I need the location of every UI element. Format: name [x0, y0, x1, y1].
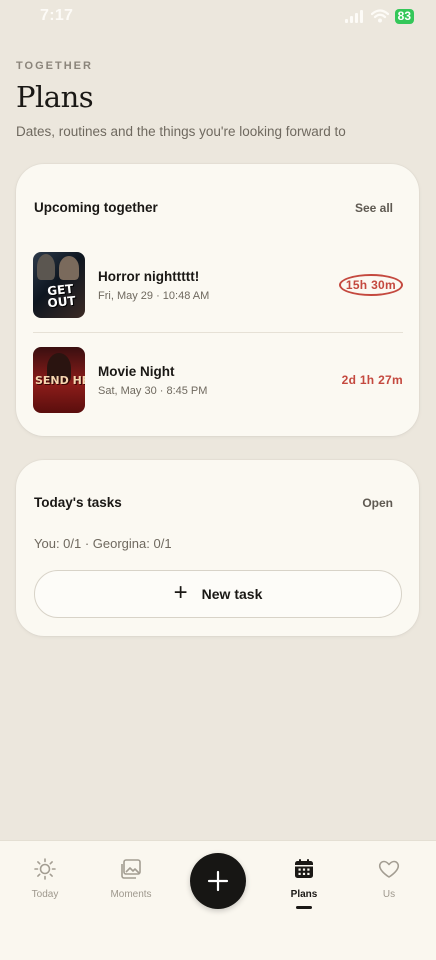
plan-poster: GET OUT — [33, 252, 85, 318]
tasks-card: Today's tasks Open You: 0/1 · Georgina: … — [16, 460, 419, 636]
upcoming-title: Upcoming together — [34, 200, 158, 215]
poster-title: GET OUT — [46, 281, 77, 311]
page-title: Plans — [16, 80, 94, 114]
section-eyebrow: TOGETHER — [16, 60, 93, 72]
tasks-title: Today's tasks — [34, 495, 122, 510]
new-task-label: New task — [201, 586, 263, 602]
new-task-button[interactable]: + New task — [34, 570, 402, 618]
status-icons: 83 — [344, 8, 414, 24]
wifi-icon — [370, 9, 389, 23]
plan-info: Movie Night Sat, May 30 · 8:45 PM — [98, 364, 342, 397]
tasks-progress: You: 0/1 · Georgina: 0/1 — [34, 536, 172, 551]
plus-icon — [207, 870, 229, 892]
status-bar: 7:17 83 — [0, 0, 436, 32]
tab-label: Today — [31, 889, 59, 900]
heart-icon — [378, 860, 400, 878]
tab-label: Plans — [290, 889, 318, 900]
active-tab-indicator — [296, 906, 312, 909]
status-time: 7:17 — [40, 7, 74, 24]
see-all-link[interactable]: See all — [355, 201, 393, 215]
calendar-icon — [295, 859, 313, 878]
plan-poster: SEND HELP — [33, 347, 85, 413]
tab-us[interactable]: Us — [354, 857, 424, 900]
plan-info: Horror nighttttt! Fri, May 29 · 10:48 AM — [98, 269, 339, 302]
battery-indicator: 83 — [394, 8, 414, 24]
plan-date: Sat, May 30 · 8:45 PM — [98, 384, 208, 397]
signal-icon — [344, 10, 363, 23]
plan-countdown: 2d 1h 27m — [341, 373, 403, 387]
divider — [33, 332, 403, 333]
plan-countdown: 15h 30m — [338, 274, 403, 296]
tab-label: Moments — [110, 889, 152, 900]
tab-label: Us — [382, 889, 396, 900]
plan-date: Fri, May 29 · 10:48 AM — [98, 289, 210, 302]
tasks-header: Today's tasks Open — [34, 495, 393, 510]
sun-icon — [34, 858, 56, 880]
plan-name: Movie Night — [98, 363, 175, 379]
plan-item[interactable]: GET OUT Horror nighttttt! Fri, May 29 · … — [33, 252, 403, 318]
upcoming-card: Upcoming together See all GET OUT Horror… — [16, 164, 419, 436]
tab-today[interactable]: Today — [10, 857, 80, 900]
plan-name: Horror nighttttt! — [98, 268, 200, 284]
home-indicator-area — [0, 946, 436, 960]
page-subtitle: Dates, routines and the things you're lo… — [16, 124, 346, 139]
add-button[interactable] — [190, 853, 246, 909]
tab-plans[interactable]: Plans — [269, 857, 339, 909]
image-icon — [121, 859, 141, 879]
open-tasks-link[interactable]: Open — [362, 496, 393, 510]
plus-icon: + — [173, 578, 188, 606]
poster-title: SEND HELP — [35, 374, 85, 387]
tab-moments[interactable]: Moments — [96, 857, 166, 900]
plan-item[interactable]: SEND HELP Movie Night Sat, May 30 · 8:45… — [33, 347, 403, 413]
upcoming-header: Upcoming together See all — [34, 200, 393, 215]
